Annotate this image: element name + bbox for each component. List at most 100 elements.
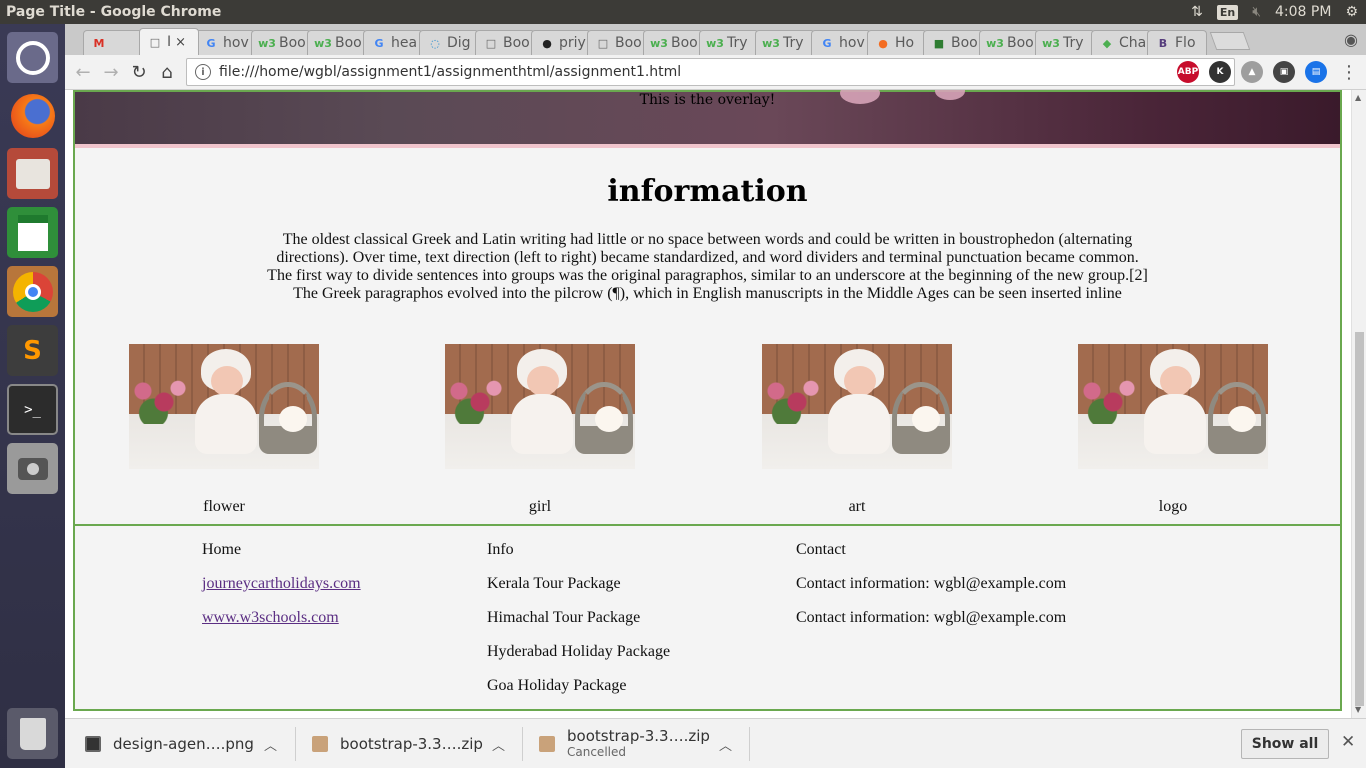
tab-favicon-icon: M — [93, 36, 105, 50]
tab-strip: M □ I × Ghov w3 Boo w3 Boo Ghea ◌ Dig □ Boo ● priy □ Boo w… — [65, 24, 1366, 55]
scrollbar-thumb[interactable] — [1355, 332, 1364, 706]
tab-favicon-icon: G — [374, 36, 384, 50]
browser-tab[interactable]: Ghov — [195, 30, 255, 55]
show-all-downloads-button[interactable]: Show all — [1241, 729, 1329, 759]
gallery-caption: flower — [203, 498, 245, 515]
browser-tab[interactable]: w3 Boo — [307, 30, 367, 55]
gallery-item-girl: girl — [445, 344, 635, 516]
page-info-icon[interactable]: i — [195, 64, 211, 80]
chrome-icon[interactable] — [7, 266, 58, 317]
footer-item: Hyderabad Holiday Package — [487, 643, 671, 660]
browser-tab[interactable]: ■ Boo — [923, 30, 983, 55]
overlay-image-band: This is the overlay! — [75, 90, 1340, 148]
browser-tab[interactable]: w3 Try — [699, 30, 759, 55]
tab-title: I — [167, 34, 172, 50]
download-item[interactable]: design-agen….png — [85, 727, 254, 761]
sublime-text-icon[interactable]: S — [7, 325, 58, 376]
download-item[interactable]: bootstrap-3.3….zip — [312, 727, 483, 761]
browser-tab[interactable]: w3 Boo — [979, 30, 1039, 55]
tab-list: M □ I × Ghov w3 Boo w3 Boo Ghea ◌ Dig □ Boo ● priy □ Boo w… — [65, 24, 1207, 55]
browser-tab[interactable]: w3 Try — [755, 30, 815, 55]
scroll-down-arrow-icon[interactable]: ▼ — [1355, 705, 1361, 714]
libreoffice-calc-icon[interactable] — [7, 207, 58, 258]
files-icon[interactable] — [7, 148, 58, 199]
firefox-icon[interactable] — [7, 90, 58, 141]
download-separator — [295, 727, 296, 761]
trash-icon[interactable] — [7, 708, 58, 759]
tab-favicon-icon: w3 — [1042, 36, 1060, 50]
browser-tab[interactable]: M — [83, 30, 143, 55]
gallery-caption: logo — [1158, 498, 1188, 515]
tab-close-icon[interactable]: × — [175, 35, 186, 50]
download-item[interactable]: bootstrap-3.3….zip Cancelled — [539, 727, 710, 761]
extension-icon[interactable]: ▣ — [1273, 61, 1295, 83]
browser-tab[interactable]: ● Ho — [867, 30, 927, 55]
home-icon[interactable]: ⌂ — [153, 62, 181, 83]
sound-muted-icon[interactable]: 🔇︎ — [1252, 4, 1261, 20]
extension-icon[interactable]: ▤ — [1305, 61, 1327, 83]
page-footer: Home journeycartholidays.com www.w3schoo… — [75, 524, 1340, 709]
chrome-menu-icon[interactable]: ⋮ — [1340, 62, 1358, 83]
reload-icon[interactable]: ↻ — [125, 62, 153, 83]
tab-favicon-icon: □ — [149, 35, 161, 49]
footer-link-journeycart[interactable]: journeycartholidays.com — [202, 575, 361, 592]
information-paragraph: The oldest classical Greek and Latin wri… — [267, 231, 1148, 302]
profile-icon[interactable]: ◉ — [1344, 30, 1358, 49]
back-arrow-icon[interactable]: ← — [69, 62, 97, 83]
tab-favicon-icon: □ — [597, 36, 609, 50]
forward-arrow-icon[interactable]: → — [97, 62, 125, 83]
page-scrollbar[interactable]: ▲ ▼ — [1351, 90, 1366, 718]
footer-item: Contact information: wgbl@example.com — [796, 575, 1067, 592]
tab-title: Try — [783, 35, 804, 51]
browser-tab[interactable]: ◆ Cha — [1091, 30, 1151, 55]
tab-favicon-icon: ◆ — [1102, 36, 1112, 50]
tab-title: Boo — [615, 35, 642, 51]
screenshot-icon[interactable] — [7, 443, 58, 494]
image-file-icon — [85, 736, 101, 752]
browser-tab[interactable]: Ghov — [811, 30, 871, 55]
extension-icon[interactable]: ▲ — [1241, 61, 1263, 83]
url-text[interactable]: file:///home/wgbl/assignment1/assignment… — [219, 64, 681, 80]
download-options-chevron-icon[interactable]: ︿ — [719, 735, 732, 754]
browser-tab[interactable]: ◌ Dig — [419, 30, 479, 55]
download-options-chevron-icon[interactable]: ︿ — [492, 735, 505, 754]
extension-icon[interactable]: ABP — [1177, 61, 1199, 83]
close-download-shelf-icon[interactable]: ✕ — [1341, 732, 1355, 752]
footer-heading: Info — [487, 541, 514, 558]
keyboard-language-indicator[interactable]: En — [1216, 4, 1239, 20]
browser-tab[interactable]: □ I × — [139, 28, 199, 55]
clock[interactable]: 4:08 PM — [1275, 4, 1331, 20]
browser-tab[interactable]: w3 Boo — [643, 30, 703, 55]
address-bar[interactable]: i file:///home/wgbl/assignment1/assignme… — [186, 58, 1235, 86]
tab-favicon-icon: w3 — [650, 36, 668, 50]
browser-tab[interactable]: w3 Try — [1035, 30, 1095, 55]
download-shelf: design-agen….png ︿ bootstrap-3.3….zip ︿ … — [65, 718, 1366, 768]
top-panel: Page Title - Google Chrome ⇅ En 🔇︎ 4:08 … — [0, 0, 1366, 24]
scroll-up-arrow-icon[interactable]: ▲ — [1355, 93, 1361, 102]
download-options-chevron-icon[interactable]: ︿ — [264, 735, 277, 754]
ubuntu-dash-icon[interactable] — [7, 32, 58, 83]
footer-item: Himachal Tour Package — [487, 609, 641, 626]
tab-favicon-icon: w3 — [706, 36, 724, 50]
footer-item: Kerala Tour Package — [487, 575, 621, 592]
terminal-icon[interactable]: >_ — [7, 384, 58, 435]
browser-tab[interactable]: □ Boo — [587, 30, 647, 55]
baby-photo — [445, 344, 635, 469]
gallery-item-flower: flower — [129, 344, 319, 516]
network-icon[interactable]: ⇅ — [1191, 4, 1203, 20]
tab-title: Try — [1063, 35, 1084, 51]
browser-tab[interactable]: ● priy — [531, 30, 591, 55]
download-filename: bootstrap-3.3….zip — [567, 727, 710, 745]
tab-title: Dig — [447, 35, 471, 51]
new-tab-button[interactable] — [1209, 32, 1251, 50]
browser-tab[interactable]: w3 Boo — [251, 30, 311, 55]
settings-gear-icon[interactable]: ⚙ — [1345, 4, 1358, 20]
browser-tab[interactable]: B Flo — [1147, 30, 1207, 55]
extension-icon[interactable]: K — [1209, 61, 1231, 83]
browser-tab[interactable]: □ Boo — [475, 30, 535, 55]
baby-photo — [1078, 344, 1268, 469]
gallery-caption: girl — [528, 498, 552, 515]
browser-tab[interactable]: Ghea — [363, 30, 423, 55]
tab-favicon-icon: ● — [542, 36, 552, 50]
footer-link-w3schools[interactable]: www.w3schools.com — [202, 609, 339, 626]
